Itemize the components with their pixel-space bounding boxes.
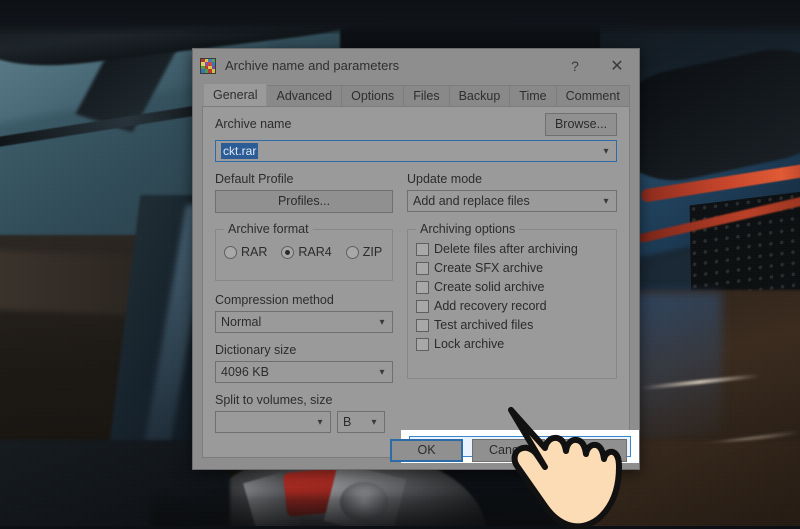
chevron-down-icon[interactable]: ▾: [364, 417, 384, 428]
radio-rar[interactable]: RAR: [224, 245, 267, 259]
checkbox-label: Lock archive: [434, 337, 505, 351]
chevron-down-icon[interactable]: ▾: [596, 146, 616, 157]
update-mode-label: Update mode: [407, 172, 483, 186]
tab-general[interactable]: General: [203, 83, 268, 106]
checkbox-icon: [416, 261, 429, 275]
dictionary-size-label: Dictionary size: [215, 343, 297, 357]
ok-button[interactable]: OK: [390, 439, 463, 462]
radio-rar4[interactable]: RAR4: [281, 245, 332, 259]
close-icon[interactable]: ✕: [595, 51, 639, 81]
compression-method-value: Normal: [221, 315, 262, 329]
split-row: ▾ B ▾: [215, 411, 393, 433]
update-mode-value: Add and replace files: [413, 194, 530, 208]
checkbox-label: Add recovery record: [434, 299, 547, 313]
browse-button[interactable]: Browse...: [545, 113, 617, 136]
general-tab-panel: Archive name Browse... ckt.rar ▾ Default…: [202, 106, 639, 463]
chevron-down-icon[interactable]: ▾: [372, 317, 392, 328]
checkbox-test-archived-files[interactable]: Test archived files: [416, 318, 608, 332]
profile-update-row: Default Profile Profiles... Update mode …: [215, 172, 617, 213]
tab-time[interactable]: Time: [509, 85, 557, 106]
split-unit-value: B: [343, 415, 352, 429]
dictionary-size-select[interactable]: 4096 KB ▾: [215, 361, 393, 383]
archive-name-value: ckt.rar: [221, 143, 259, 159]
dialog-footer: OK Cancel Help: [193, 432, 639, 469]
checkbox-create-sfx-archive[interactable]: Create SFX archive: [416, 261, 608, 275]
tab-options[interactable]: Options: [341, 85, 405, 106]
bg-tire-shadow: [150, 495, 570, 526]
update-mode-group: Update mode Add and replace files ▾: [407, 172, 617, 213]
dialog-titlebar: Archive name and parameters ? ✕: [193, 49, 639, 82]
tab-comment[interactable]: Comment: [555, 85, 630, 106]
options-columns: Archive format RAR RAR4 ZIP Compression …: [215, 222, 617, 433]
default-profile-group: Default Profile Profiles...: [215, 172, 393, 213]
help-icon[interactable]: ?: [555, 51, 595, 81]
left-options-column: Archive format RAR RAR4 ZIP Compression …: [215, 222, 393, 433]
checkbox-label: Test archived files: [434, 318, 534, 332]
checkbox-icon: [416, 299, 429, 313]
archive-name-input[interactable]: ckt.rar ▾: [215, 140, 617, 162]
tab-strip: General Advanced Options Files Backup Ti…: [193, 83, 639, 106]
radio-zip-label: ZIP: [362, 245, 383, 259]
help-button[interactable]: Help: [554, 439, 627, 462]
dictionary-size-value: 4096 KB: [221, 365, 269, 379]
radio-rar-label: RAR: [241, 245, 268, 259]
radio-dot-icon: [281, 245, 295, 259]
split-to-volumes-label: Split to volumes, size: [215, 393, 333, 407]
archive-format-radios: RAR RAR4 ZIP: [224, 245, 384, 259]
checkbox-label: Delete files after archiving: [434, 242, 578, 256]
checkbox-label: Create SFX archive: [434, 261, 544, 275]
archiving-options-group: Archiving options Delete files after arc…: [407, 222, 617, 379]
checkbox-label: Create solid archive: [434, 280, 545, 294]
checkbox-icon: [416, 280, 429, 294]
archive-format-group: Archive format RAR RAR4 ZIP: [215, 222, 393, 281]
radio-dot-icon: [224, 245, 237, 259]
checkbox-lock-archive[interactable]: Lock archive: [416, 337, 608, 351]
chevron-down-icon[interactable]: ▾: [372, 367, 392, 378]
cancel-button[interactable]: Cancel: [472, 439, 545, 462]
checkbox-create-solid-archive[interactable]: Create solid archive: [416, 280, 608, 294]
winrar-books-icon: [200, 57, 216, 74]
compression-method-select[interactable]: Normal ▾: [215, 311, 393, 333]
checkbox-icon: [416, 242, 429, 256]
archive-name-and-parameters-dialog: Archive name and parameters ? ✕ General …: [192, 48, 640, 470]
archiving-options-legend: Archiving options: [416, 222, 520, 236]
radio-dot-icon: [345, 245, 359, 259]
checkbox-add-recovery-record[interactable]: Add recovery record: [416, 299, 608, 313]
checkbox-delete-files-after-archiving[interactable]: Delete files after archiving: [416, 242, 608, 256]
bg-top-band: [0, 0, 800, 34]
update-mode-select[interactable]: Add and replace files ▾: [407, 190, 617, 212]
tab-advanced[interactable]: Advanced: [266, 85, 343, 106]
archive-name-label: Archive name: [215, 117, 292, 131]
tab-files[interactable]: Files: [403, 85, 450, 106]
archive-name-row: Archive name Browse...: [215, 113, 617, 136]
profiles-button[interactable]: Profiles...: [215, 190, 393, 213]
default-profile-label: Default Profile: [215, 172, 294, 186]
radio-zip[interactable]: ZIP: [345, 245, 383, 259]
radio-rar4-label: RAR4: [298, 245, 332, 259]
chevron-down-icon[interactable]: ▾: [596, 196, 616, 207]
archive-format-legend: Archive format: [224, 222, 313, 236]
split-size-input[interactable]: ▾: [215, 411, 331, 433]
tab-backup[interactable]: Backup: [448, 85, 511, 106]
compression-method-label: Compression method: [215, 293, 334, 307]
right-options-column: Archiving options Delete files after arc…: [407, 222, 617, 433]
checkbox-icon: [416, 337, 429, 351]
dialog-title: Archive name and parameters: [225, 58, 400, 73]
chevron-down-icon[interactable]: ▾: [310, 417, 330, 428]
split-unit-select[interactable]: B ▾: [337, 411, 385, 433]
checkbox-icon: [416, 318, 429, 332]
